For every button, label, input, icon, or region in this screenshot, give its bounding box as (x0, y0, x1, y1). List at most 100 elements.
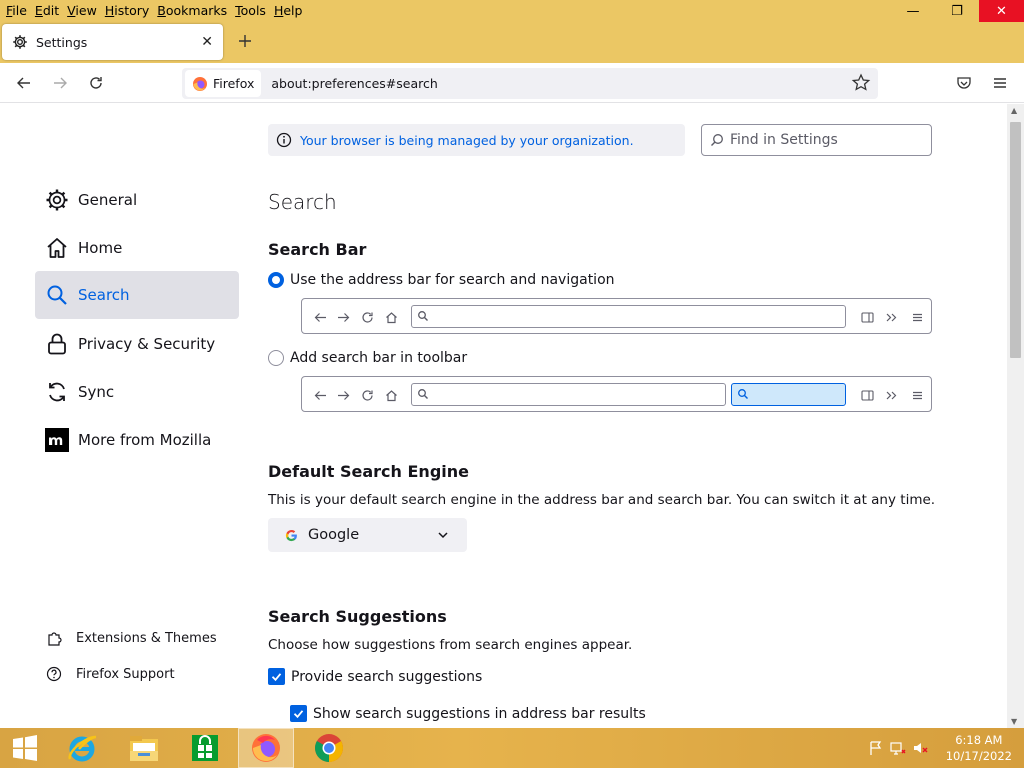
menu-file[interactable]: File (2, 1, 31, 21)
radio-selected-indicator[interactable] (268, 272, 284, 288)
taskbar-clock[interactable]: 6:18 AM 10/17/2022 (946, 732, 1012, 764)
menu-bookmarks[interactable]: Bookmarks (153, 1, 231, 21)
preview-search-field (731, 383, 846, 406)
category-label: Privacy & Security (78, 335, 216, 353)
home-icon (383, 309, 399, 325)
url-text[interactable]: about:preferences#search (271, 76, 437, 91)
category-privacy[interactable]: Privacy & Security (35, 320, 239, 368)
forward-arrow-icon (335, 309, 351, 325)
back-arrow-icon (312, 309, 328, 325)
internet-explorer-button[interactable] (54, 728, 110, 768)
chrome-button[interactable] (301, 728, 357, 768)
page-scrollbar[interactable]: ▲ ▼ (1007, 104, 1024, 728)
menu-bookmarks-mnemonic: B (157, 3, 166, 18)
window-controls: — ❐ ✕ (891, 0, 1024, 22)
category-label: More from Mozilla (78, 431, 212, 449)
app-menu-button[interactable] (988, 71, 1012, 95)
action-center-flag-icon[interactable] (868, 740, 884, 756)
menu-tools[interactable]: Tools (231, 1, 270, 21)
restore-button[interactable]: ❐ (935, 0, 979, 22)
footer-link-label: Extensions & Themes (76, 630, 217, 646)
tab-close-button[interactable]: ✕ (201, 34, 213, 50)
sidebar-icon (859, 309, 875, 325)
hamburger-icon (909, 387, 925, 403)
reload-icon (90, 77, 102, 89)
hamburger-icon (994, 78, 1006, 88)
category-search[interactable]: Search (35, 271, 239, 319)
provide-suggestions-checkbox[interactable]: Provide search suggestions (268, 668, 482, 685)
network-icon[interactable] (890, 740, 906, 756)
sync-icon (44, 379, 70, 405)
forward-arrow-icon (335, 387, 351, 403)
scroll-down-arrow-icon[interactable]: ▼ (1011, 717, 1017, 726)
internet-explorer-icon (68, 735, 97, 762)
tab-settings[interactable]: Settings ✕ (2, 24, 223, 60)
taskbar: 6:18 AM 10/17/2022 (0, 728, 1024, 768)
menu-bar: File Edit View History Bookmarks Tools H… (0, 0, 306, 22)
policy-notice[interactable]: Your browser is being managed by your or… (268, 124, 685, 156)
info-icon (276, 132, 292, 148)
sidebar-icon (859, 387, 875, 403)
scrollbar-thumb[interactable] (1010, 122, 1021, 358)
menu-bookmarks-label: ookmarks (165, 3, 228, 18)
checkmark-icon[interactable] (290, 705, 307, 722)
scroll-up-arrow-icon[interactable]: ▲ (1011, 106, 1017, 115)
category-sync[interactable]: Sync (35, 368, 239, 416)
menu-edit-label: dit (42, 3, 60, 18)
back-button[interactable] (12, 71, 36, 95)
search-suggestions-description: Choose how suggestions from search engin… (268, 637, 633, 653)
address-bar-suggestions-checkbox[interactable]: Show search suggestions in address bar r… (290, 705, 646, 722)
policy-notice-text[interactable]: Your browser is being managed by your or… (300, 133, 634, 148)
file-explorer-icon (130, 736, 158, 761)
search-icon (417, 388, 429, 400)
firefox-logo-icon (192, 76, 208, 92)
reload-button[interactable] (84, 71, 108, 95)
menu-history[interactable]: History (101, 1, 153, 21)
gear-icon (44, 187, 70, 213)
menu-help[interactable]: Help (270, 1, 307, 21)
forward-arrow-icon (54, 77, 67, 89)
overflow-chevrons-icon (883, 387, 899, 403)
radio-use-address-bar[interactable]: Use the address bar for search and navig… (268, 272, 615, 288)
category-general[interactable]: General (35, 176, 239, 224)
preferences-page: General Home Search Privacy & Security S… (0, 104, 1007, 728)
menu-help-mnemonic: H (273, 3, 284, 18)
file-explorer-button[interactable] (116, 728, 172, 768)
menu-view[interactable]: View (63, 1, 101, 21)
radio-add-search-bar[interactable]: Add search bar in toolbar (268, 350, 467, 366)
search-icon (417, 310, 429, 322)
search-suggestions-heading: Search Suggestions (268, 607, 447, 626)
start-button[interactable] (0, 728, 50, 768)
identity-box[interactable]: Firefox (185, 70, 262, 97)
minimize-button[interactable]: — (891, 0, 935, 22)
firefox-support-link[interactable]: Firefox Support (46, 666, 175, 682)
new-tab-button[interactable] (234, 30, 256, 52)
reload-icon (359, 387, 375, 403)
category-more-from-mozilla[interactable]: More from Mozilla (35, 416, 239, 464)
category-home[interactable]: Home (35, 224, 239, 272)
pocket-button[interactable] (952, 71, 976, 95)
firefox-taskbar-button[interactable] (238, 728, 294, 768)
forward-button[interactable] (48, 71, 72, 95)
toolbar-search-preview (301, 376, 932, 412)
radio-label: Add search bar in toolbar (290, 350, 468, 366)
checkmark-icon[interactable] (268, 668, 285, 685)
volume-muted-icon[interactable] (912, 740, 928, 756)
search-icon (710, 133, 724, 147)
close-window-button[interactable]: ✕ (979, 0, 1024, 22)
chrome-icon (315, 734, 343, 762)
store-button[interactable] (177, 728, 233, 768)
windows-logo-icon (13, 735, 37, 761)
extensions-themes-link[interactable]: Extensions & Themes (46, 630, 217, 646)
radio-unselected-indicator[interactable] (268, 350, 284, 366)
category-label: General (78, 191, 138, 209)
address-bar[interactable]: Firefox about:preferences#search (182, 68, 878, 99)
menu-tools-label: ools (240, 3, 266, 18)
find-in-settings-input[interactable]: Find in Settings (701, 124, 932, 156)
puzzle-icon (46, 630, 62, 646)
bookmark-star-button[interactable] (850, 72, 872, 94)
system-tray (868, 740, 928, 756)
default-engine-select[interactable]: Google (268, 518, 467, 552)
menu-edit[interactable]: Edit (31, 1, 63, 21)
default-engine-description: This is your default search engine in th… (268, 492, 936, 508)
